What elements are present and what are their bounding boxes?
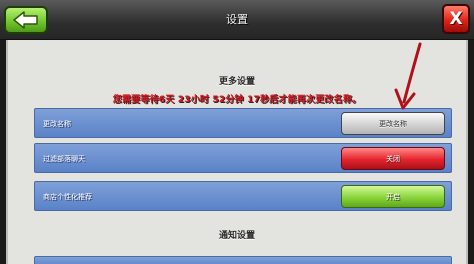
row-filter-clan-chat: 过滤部落聊天 关闭 — [34, 143, 452, 173]
row-label: 商店个性化推荐 — [43, 193, 92, 201]
filter-clan-chat-toggle[interactable]: 关闭 — [341, 147, 445, 170]
close-button[interactable]: X — [442, 4, 470, 34]
row-label: 过滤部落聊天 — [43, 155, 85, 163]
change-name-button[interactable]: 更改名称 — [341, 112, 445, 135]
row-label: 更改名称 — [43, 120, 71, 128]
row-notification-partial — [34, 256, 452, 264]
row-shop-recommendations: 商店个性化推荐 开启 — [34, 181, 452, 211]
top-bar: 设置 X — [0, 0, 474, 40]
close-icon: X — [449, 8, 463, 29]
shop-recommendations-toggle[interactable]: 开启 — [341, 185, 445, 208]
annotation-arrow-icon — [394, 42, 422, 110]
section-title-notification-settings: 通知设置 — [218, 231, 255, 241]
row-change-name: 更改名称 更改名称 — [34, 108, 452, 138]
page-title: 设置 — [226, 13, 248, 26]
